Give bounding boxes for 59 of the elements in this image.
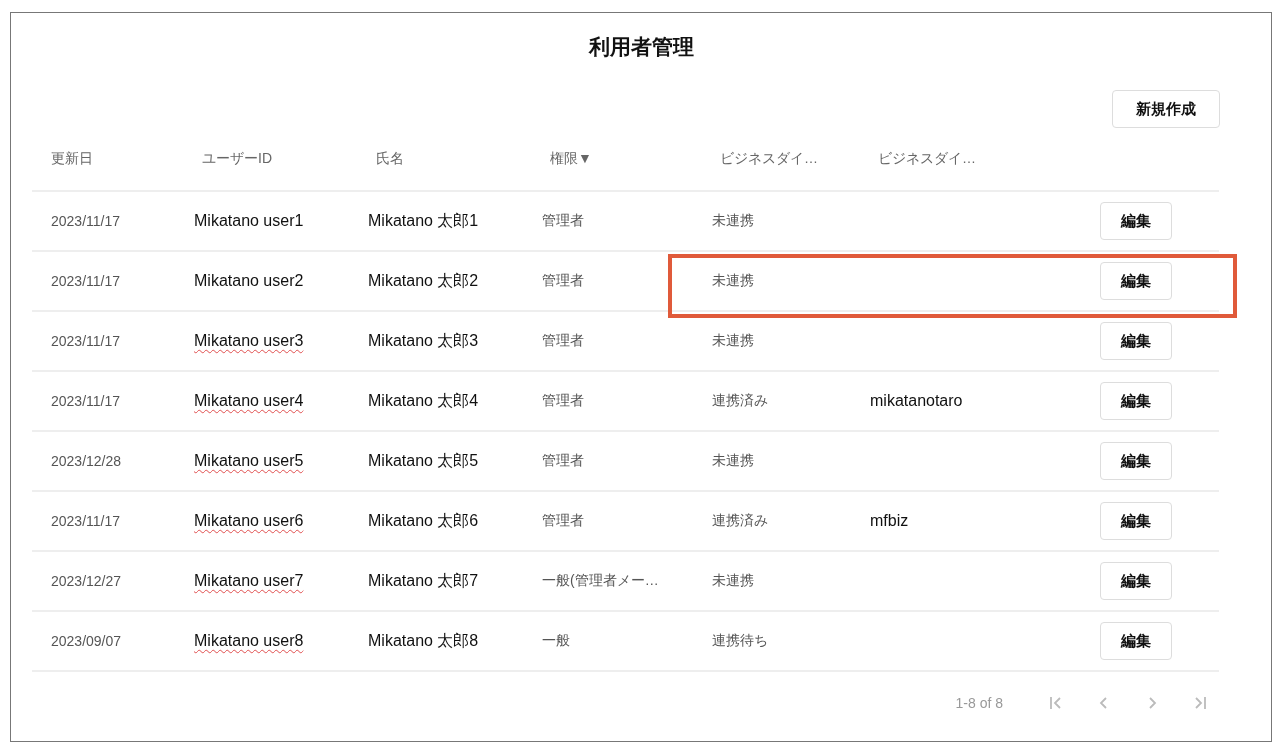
table-cell-text: Mikatano 太郎8 [368,630,479,651]
column-header: ビジネスダイ… [719,150,819,168]
edit-button[interactable]: 編集 [1100,382,1172,420]
table-cell: Mikatano user5 [194,452,304,470]
table-cell-text: 2023/11/17 [50,213,121,229]
table-cell: Mikatano user1 [194,212,304,230]
table-cell: 管理者 [542,452,584,470]
table-cell: 未連携 [712,332,754,350]
column-header: ビジネスダイ… [877,150,977,168]
table-cell-text: 2023/11/17 [50,393,121,409]
table-cell: mikatanotaro [870,392,963,410]
table-cell-text: Mikatano 太郎1 [368,210,479,231]
column-header: ユーザーID [201,150,273,168]
table-cell-text: 2023/11/17 [50,273,121,289]
table-cell-text: Mikatano 太郎3 [368,330,479,351]
table-cell: 一般 [542,632,570,650]
table-cell-text: Mikatano 太郎2 [368,270,479,291]
table-cell: Mikatano user6 [194,512,304,530]
edit-button[interactable]: 編集 [1100,562,1172,600]
table-cell: 管理者 [542,212,584,230]
table-cell-text: 2023/12/28 [50,453,122,469]
table-cell-text: Mikatano 太郎7 [368,570,479,591]
table-cell: Mikatano user4 [194,392,304,410]
edit-button[interactable]: 編集 [1100,622,1172,660]
table-cell-text: 2023/11/17 [50,513,121,529]
create-button[interactable]: 新規作成 [1112,90,1220,128]
edit-button[interactable]: 編集 [1100,322,1172,360]
table-cell-text: Mikatano 太郎5 [368,450,479,471]
table-cell: 管理者 [542,272,584,290]
table-cell-text: Mikatano 太郎4 [368,390,479,411]
table-cell: 連携済み [712,392,768,410]
edit-button[interactable]: 編集 [1100,442,1172,480]
table-cell: Mikatano user3 [194,332,304,350]
table-cell: 未連携 [712,572,754,590]
table-cell: Mikatano user2 [194,272,304,290]
table-cell: 未連携 [712,272,754,290]
table-cell: Mikatano user8 [194,632,304,650]
table-cell: 連携済み [712,512,768,530]
table-cell-text: 2023/11/17 [50,333,121,349]
table-cell: Mikatano user7 [194,572,304,590]
column-header: 氏名 [375,150,405,168]
column-header: 更新日 [50,150,94,168]
page-title: 利用者管理 [587,34,694,60]
table-cell-text: 2023/09/07 [50,633,122,649]
table-cell: 未連携 [712,212,754,230]
edit-button[interactable]: 編集 [1100,262,1172,300]
edit-button[interactable]: 編集 [1100,202,1172,240]
table-cell: 一般(管理者メー… [542,572,659,590]
table-cell-text: Mikatano 太郎6 [368,510,479,531]
table-cell: 連携待ち [712,632,768,650]
table-cell: mfbiz [870,512,909,530]
table-cell: 管理者 [542,392,584,410]
table-cell-text: 2023/12/27 [50,573,122,589]
edit-button[interactable]: 編集 [1100,502,1172,540]
table-cell: 管理者 [542,332,584,350]
table-cell: 未連携 [712,452,754,470]
table-cell: 管理者 [542,512,584,530]
page-range: 1-8 of 8 [955,695,1003,711]
column-header[interactable]: 権限▼ [542,150,712,168]
